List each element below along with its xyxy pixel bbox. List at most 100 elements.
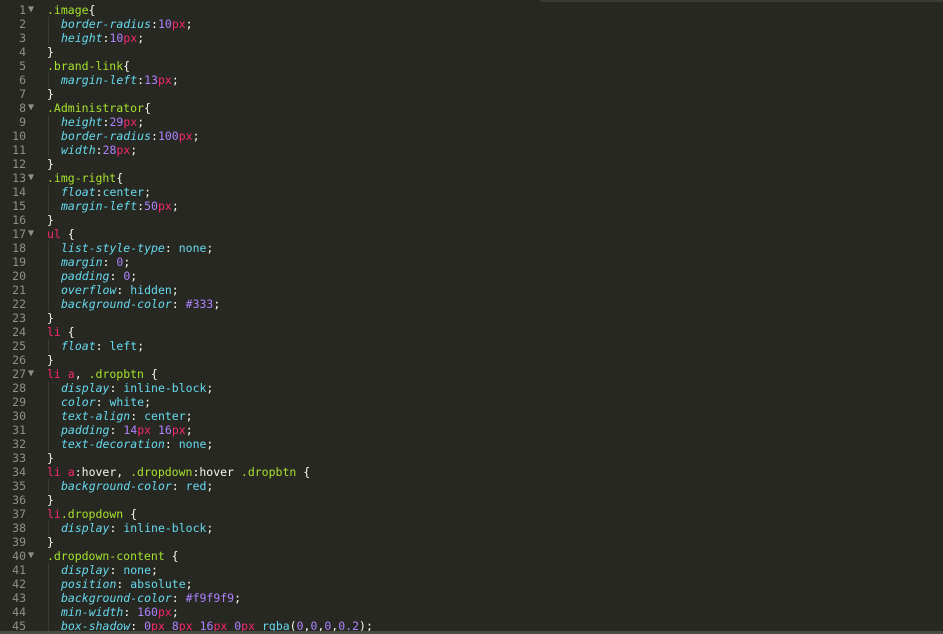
token-punc: ;: [213, 297, 221, 311]
code-line[interactable]: 31 padding: 14px 16px;: [0, 423, 943, 437]
indent-guide: [48, 479, 49, 493]
code-line[interactable]: 26}: [0, 353, 943, 367]
code-line[interactable]: 10 border-radius:100px;: [0, 129, 943, 143]
token-prop: float: [61, 185, 96, 199]
code-line[interactable]: 36}: [0, 493, 943, 507]
fold-triangle-down-icon[interactable]: ▼: [28, 549, 40, 563]
token-punc: }: [47, 87, 54, 101]
token-prop: background-color: [61, 591, 172, 605]
code-line[interactable]: 38 display: inline-block;: [0, 521, 943, 535]
token-num: 50: [144, 199, 158, 213]
token-punc: ;: [171, 283, 179, 297]
token-sel: .dropdown: [60, 507, 124, 521]
code-line[interactable]: 34 li a:hover, .dropdown:hover .dropbtn {: [0, 465, 943, 479]
token-punc: ;: [185, 577, 193, 591]
code-line[interactable]: 37 li.dropdown {: [0, 507, 943, 521]
code-line[interactable]: 11 width:28px;: [0, 143, 943, 157]
fold-triangle-down-icon[interactable]: ▼: [28, 3, 40, 17]
fold-triangle-down-icon[interactable]: ▼: [28, 227, 40, 241]
line-number: 18: [12, 241, 26, 255]
code-line[interactable]: 13 ▼ .img-right{: [0, 171, 943, 185]
token-punc: }: [47, 45, 54, 59]
code-line[interactable]: 5 .brand-link{: [0, 59, 943, 73]
indent-guide: [48, 73, 49, 87]
indent-guide: [48, 297, 49, 311]
code-line[interactable]: 33}: [0, 451, 943, 465]
code-line[interactable]: 21 overflow: hidden;: [0, 283, 943, 297]
code-line[interactable]: 20 padding: 0;: [0, 269, 943, 283]
token-prop: list-style-type: [61, 241, 165, 255]
code-line[interactable]: 3 height:10px;: [0, 31, 943, 45]
indent-guide: [48, 115, 49, 129]
code-line[interactable]: 8 ▼ .Administrator{: [0, 101, 943, 115]
code-line[interactable]: 18 list-style-type: none;: [0, 241, 943, 255]
code-line[interactable]: 7}: [0, 87, 943, 101]
token-punc: ;: [171, 199, 179, 213]
code-text: }: [47, 45, 54, 59]
code-line[interactable]: 16}: [0, 213, 943, 227]
indent-guide: [48, 381, 49, 395]
token-punc: ;: [185, 17, 193, 31]
indent-guide: [48, 591, 49, 605]
line-number: 29: [12, 395, 26, 409]
code-line[interactable]: 28 display: inline-block;: [0, 381, 943, 395]
code-line[interactable]: 1 ▼ .image{: [0, 3, 943, 17]
fold-triangle-down-icon[interactable]: ▼: [28, 367, 40, 381]
token-sel: .dropdown: [130, 465, 193, 479]
indent-guide: [48, 143, 49, 157]
token-punc: :: [95, 395, 110, 409]
code-line[interactable]: 41 display: none;: [0, 563, 943, 577]
code-text: .image{: [47, 3, 95, 17]
token-punc: :: [95, 143, 103, 157]
code-line[interactable]: 43 background-color: #f9f9f9;: [0, 591, 943, 605]
fold-triangle-down-icon[interactable]: ▼: [28, 171, 40, 185]
token-val: center: [102, 185, 145, 199]
code-line[interactable]: 24 li {: [0, 325, 943, 339]
code-line[interactable]: 44 min-width: 160px;: [0, 605, 943, 619]
code-line[interactable]: 35 background-color: red;: [0, 479, 943, 493]
code-line[interactable]: 6 margin-left:13px;: [0, 73, 943, 87]
code-line[interactable]: 19 margin: 0;: [0, 255, 943, 269]
code-line[interactable]: 42 position: absolute;: [0, 577, 943, 591]
code-line[interactable]: 29 color: white;: [0, 395, 943, 409]
token-punc: {: [296, 465, 311, 479]
code-line[interactable]: 40 ▼ .dropdown-content {: [0, 549, 943, 563]
token-punc: :: [116, 577, 131, 591]
token-punc: :: [95, 339, 110, 353]
token-val: inline-block: [123, 521, 207, 535]
token-punc: :: [151, 129, 158, 143]
code-text: ul {: [47, 227, 75, 241]
code-line[interactable]: 9 height:29px;: [0, 115, 943, 129]
line-number: 3: [19, 31, 26, 45]
token-val: inline-block: [123, 381, 207, 395]
token-punc: :hover,: [74, 465, 131, 479]
line-number: 14: [12, 185, 26, 199]
code-line[interactable]: 22 background-color: #333;: [0, 297, 943, 311]
line-number: 28: [12, 381, 26, 395]
code-line[interactable]: 25 float: left;: [0, 339, 943, 353]
code-editor[interactable]: 1 ▼ .image{2 border-radius:10px; 3 height:10p…: [0, 3, 943, 633]
line-number: 24: [12, 325, 26, 339]
token-tag: li: [47, 367, 61, 381]
token-val: absolute: [130, 577, 186, 591]
code-line[interactable]: 39}: [0, 535, 943, 549]
token-sel: .brand-link: [47, 59, 124, 73]
code-line[interactable]: 2 border-radius:10px;: [0, 17, 943, 31]
code-line[interactable]: 14 float:center;: [0, 185, 943, 199]
code-line[interactable]: 4}: [0, 45, 943, 59]
line-number: 7: [19, 87, 26, 101]
code-line[interactable]: 30 text-align: center;: [0, 409, 943, 423]
token-prop: border-radius: [61, 129, 152, 143]
line-number: 23: [12, 311, 26, 325]
line-number: 32: [12, 437, 26, 451]
token-punc: }: [47, 451, 54, 465]
line-number: 20: [12, 269, 26, 283]
code-line[interactable]: 23}: [0, 311, 943, 325]
fold-triangle-down-icon[interactable]: ▼: [28, 101, 40, 115]
code-line[interactable]: 15 margin-left:50px;: [0, 199, 943, 213]
code-line[interactable]: 27 ▼ li a, .dropbtn {: [0, 367, 943, 381]
code-line[interactable]: 12}: [0, 157, 943, 171]
code-line[interactable]: 32 text-decoration: none;: [0, 437, 943, 451]
code-text: background-color: #333;: [47, 297, 220, 311]
code-line[interactable]: 17 ▼ ul {: [0, 227, 943, 241]
